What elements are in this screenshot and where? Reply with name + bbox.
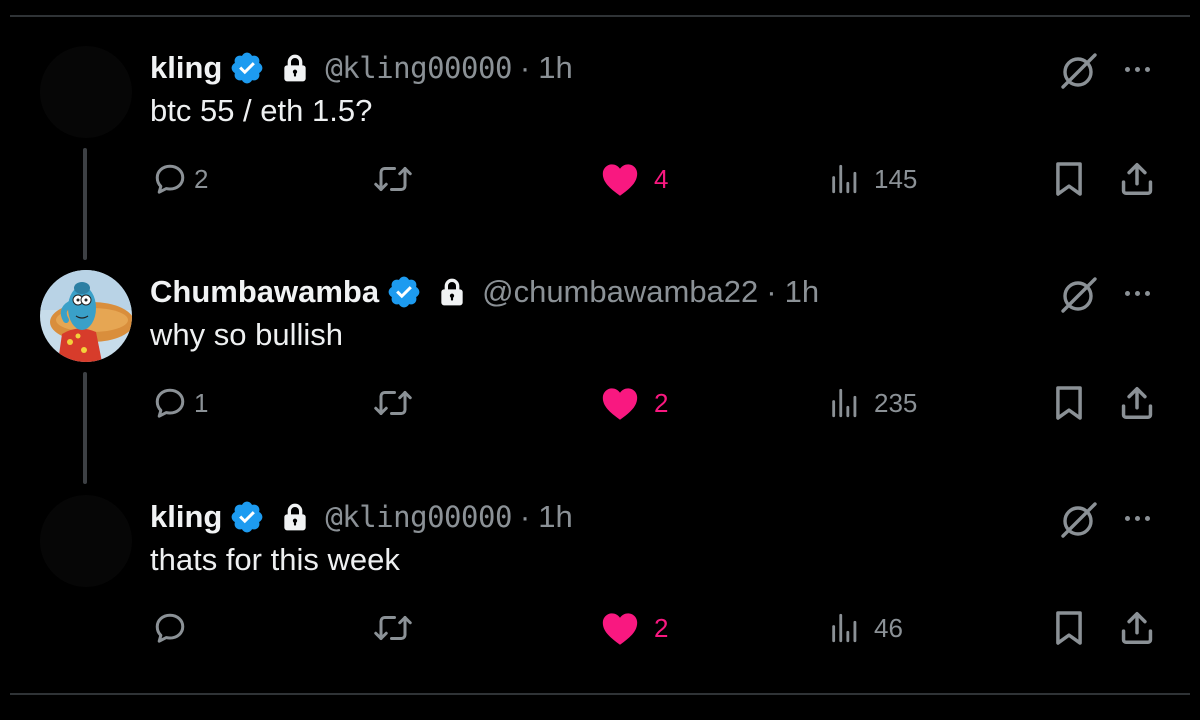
views-button[interactable]: 46 [828, 605, 903, 651]
like-button[interactable]: 4 [600, 156, 668, 202]
avatar[interactable] [40, 46, 132, 138]
tweet[interactable]: Chumbawamba @chumbawamba22 · 1h why so b… [0, 270, 1200, 495]
verified-badge-icon[interactable] [229, 50, 265, 86]
repost-icon [372, 385, 414, 421]
reply-count: 2 [194, 163, 209, 194]
repost-icon [372, 161, 414, 197]
handle[interactable]: @kling00000 [325, 51, 512, 85]
grok-icon[interactable] [1055, 51, 1101, 91]
bookmark-icon [1052, 160, 1086, 198]
like-count: 2 [654, 612, 669, 643]
share-button[interactable] [1118, 380, 1156, 426]
heart-icon [600, 161, 640, 197]
avatar[interactable] [40, 495, 132, 587]
reply-button[interactable]: 2 [152, 156, 208, 202]
share-icon [1118, 384, 1156, 422]
tweet-text: thats for this week [150, 542, 400, 577]
bookmark-button[interactable] [1052, 380, 1086, 426]
timestamp[interactable]: 1h [538, 50, 572, 86]
verified-badge-icon[interactable] [229, 499, 265, 535]
share-icon [1118, 160, 1156, 198]
action-bar: 2 46 [0, 605, 1200, 651]
heart-icon [600, 610, 640, 646]
reply-icon [152, 610, 188, 646]
heart-icon [600, 385, 640, 421]
action-bar: 1 2 235 [0, 380, 1200, 426]
views-count: 145 [874, 163, 918, 194]
separator: · [519, 50, 531, 85]
tweet-header: kling @kling00000 · 1h [150, 46, 573, 90]
like-count: 2 [654, 387, 669, 418]
action-bar: 2 4 145 [0, 156, 1200, 202]
views-icon [828, 611, 862, 645]
like-button[interactable]: 2 [600, 380, 668, 426]
share-button[interactable] [1118, 605, 1156, 651]
display-name[interactable]: kling [150, 499, 222, 535]
timestamp[interactable]: 1h [538, 499, 572, 535]
bookmark-icon [1052, 384, 1086, 422]
lock-icon [279, 501, 311, 533]
reply-button[interactable]: 1 [152, 380, 208, 426]
reply-icon [152, 161, 188, 197]
views-icon [828, 386, 862, 420]
more-icon[interactable] [1116, 275, 1158, 311]
tweet-text: why so bullish [150, 317, 343, 352]
bookmark-button[interactable] [1052, 605, 1086, 651]
tweet[interactable]: kling @kling00000 · 1h thats for this we… [0, 495, 1200, 720]
reply-button[interactable] [152, 605, 194, 651]
avatar[interactable] [40, 270, 132, 362]
more-icon[interactable] [1116, 500, 1158, 536]
views-button[interactable]: 235 [828, 380, 917, 426]
lock-icon [279, 52, 311, 84]
repost-button[interactable] [372, 605, 414, 651]
repost-button[interactable] [372, 380, 414, 426]
timestamp[interactable]: 1h [785, 274, 819, 310]
more-icon[interactable] [1116, 51, 1158, 87]
share-icon [1118, 609, 1156, 647]
views-button[interactable]: 145 [828, 156, 917, 202]
top-divider [10, 15, 1190, 17]
reply-count: 1 [194, 387, 209, 418]
tweet[interactable]: kling @kling00000 · 1h btc 55 / eth 1.5?… [0, 46, 1200, 271]
reply-icon [152, 385, 188, 421]
bookmark-icon [1052, 609, 1086, 647]
tweet-header: Chumbawamba @chumbawamba22 · 1h [150, 270, 819, 314]
separator: · [766, 274, 777, 309]
display-name[interactable]: kling [150, 50, 222, 86]
separator: · [519, 499, 531, 534]
like-button[interactable]: 2 [600, 605, 668, 651]
tweet-text: btc 55 / eth 1.5? [150, 93, 373, 128]
repost-icon [372, 610, 414, 646]
share-button[interactable] [1118, 156, 1156, 202]
repost-button[interactable] [372, 156, 414, 202]
display-name[interactable]: Chumbawamba [150, 274, 379, 310]
tweet-header: kling @kling00000 · 1h [150, 495, 573, 539]
bookmark-button[interactable] [1052, 156, 1086, 202]
handle[interactable]: @kling00000 [325, 500, 512, 534]
grok-icon[interactable] [1055, 275, 1101, 315]
lock-icon [436, 276, 468, 308]
views-count: 46 [874, 612, 903, 643]
handle[interactable]: @chumbawamba22 [482, 274, 758, 310]
verified-badge-icon[interactable] [386, 274, 422, 310]
grok-icon[interactable] [1055, 500, 1101, 540]
views-icon [828, 162, 862, 196]
bottom-divider [10, 693, 1190, 695]
views-count: 235 [874, 387, 918, 418]
like-count: 4 [654, 163, 669, 194]
